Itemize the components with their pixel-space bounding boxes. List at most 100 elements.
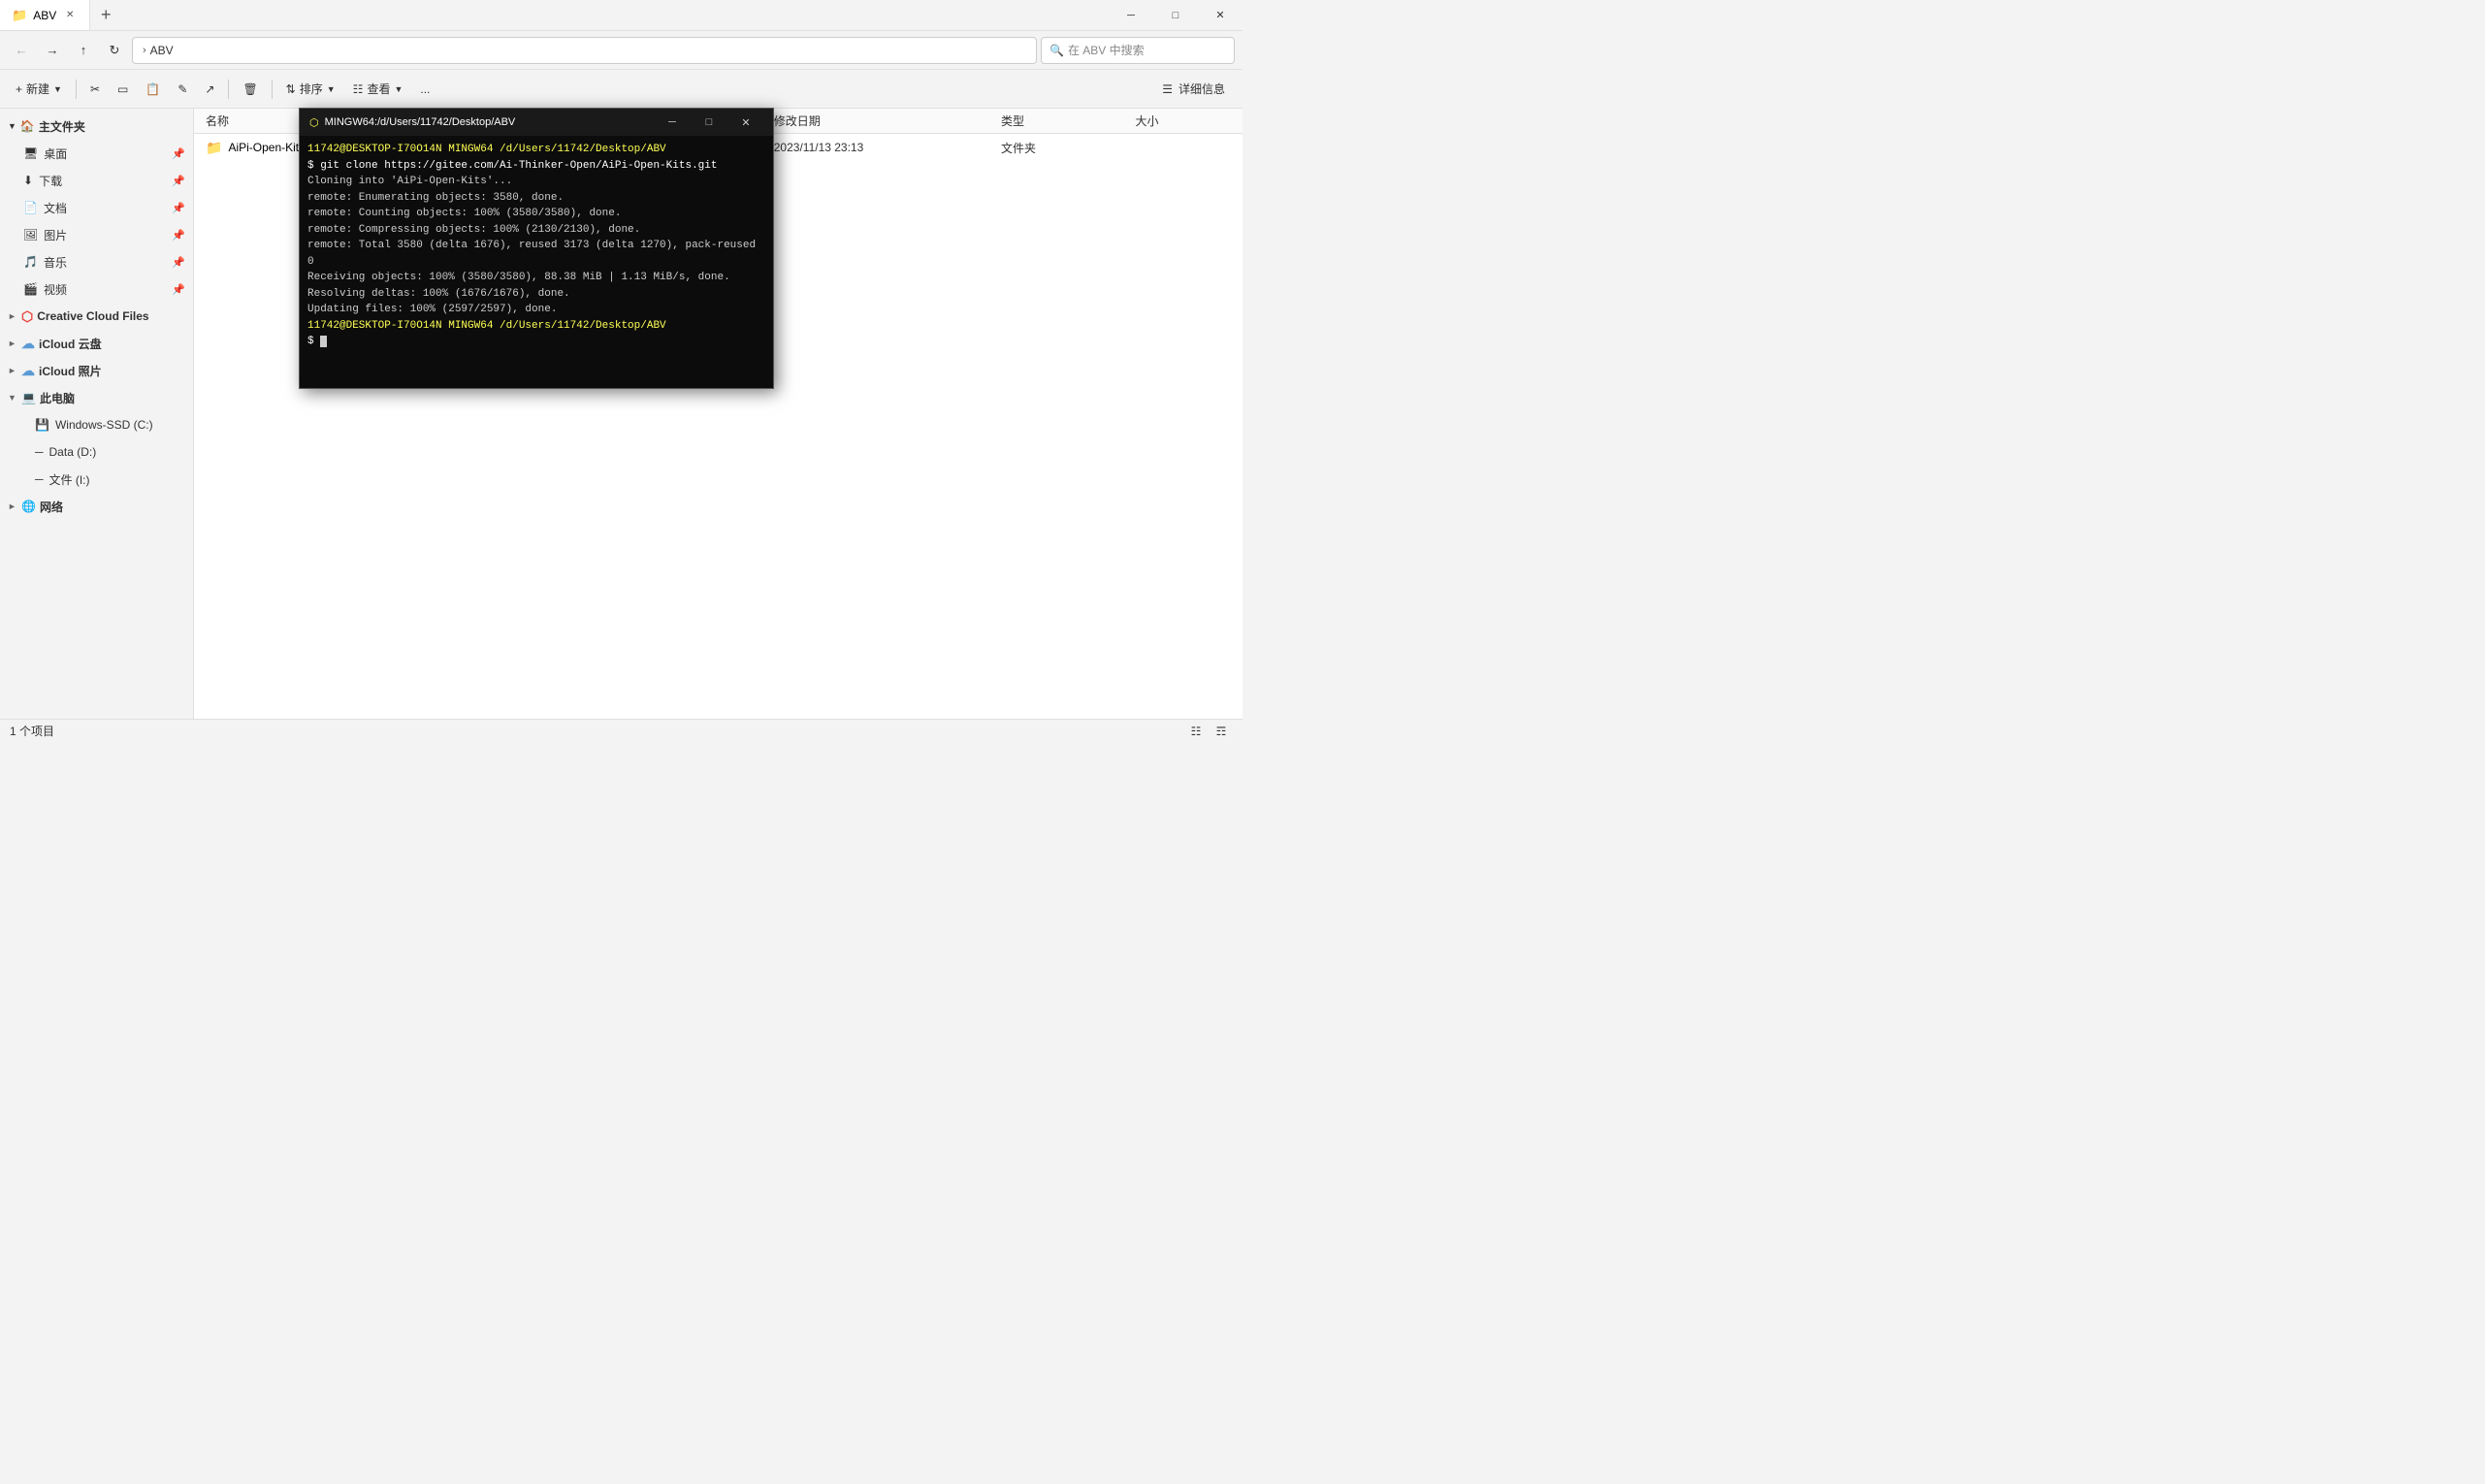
file-name: AiPi-Open-Kits — [228, 141, 305, 154]
terminal-titlebar: ⬡ MINGW64:/d/Users/11742/Desktop/ABV ─ □… — [300, 109, 773, 136]
tab-close-button[interactable]: ✕ — [62, 8, 78, 23]
sidebar-data-d[interactable]: ─ Data (D:) — [0, 438, 193, 466]
sidebar-item-desktop[interactable]: 🖥 桌面 📌 — [0, 140, 193, 167]
terminal-line-7: Receiving objects: 100% (3580/3580), 88.… — [307, 270, 765, 286]
network-label: 网络 — [40, 499, 63, 515]
tab-folder-icon: 📁 — [12, 8, 27, 23]
terminal-line-1-cmd: $ git clone https://gitee.com/Ai-Thinker… — [307, 158, 765, 175]
icloud-drive-icon: ☁ — [21, 336, 35, 352]
refresh-button[interactable]: ↻ — [101, 37, 128, 64]
terminal-maximize-button[interactable]: □ — [692, 109, 726, 136]
data-d-icon: ─ — [35, 445, 44, 459]
windows-ssd-icon: 💾 — [35, 418, 49, 432]
new-tab-button[interactable]: + — [90, 0, 121, 31]
network-expand-arrow: ► — [8, 501, 17, 511]
address-bar[interactable]: › ABV — [132, 37, 1037, 64]
file-type-cell: 文件夹 — [997, 140, 1131, 156]
pin-icon: 📌 — [172, 147, 185, 160]
new-button[interactable]: + 新建 ▼ — [8, 74, 70, 105]
back-button[interactable]: ← — [8, 37, 35, 64]
terminal-controls: ─ □ ✕ — [655, 109, 763, 136]
up-button[interactable]: ↑ — [70, 37, 97, 64]
terminal-body[interactable]: 11742@DESKTOP-I70O14N MINGW64 /d/Users/1… — [300, 136, 773, 388]
more-button[interactable]: ... — [412, 74, 437, 105]
view-dropdown-icon: ▼ — [394, 84, 403, 94]
sidebar-quick-access[interactable]: ▼ 🏠 主文件夹 — [0, 113, 193, 140]
list-view-button[interactable]: ☷ — [1184, 722, 1208, 741]
sidebar-documents-label: 文档 — [44, 200, 67, 216]
window-controls: ─ □ ✕ — [1109, 0, 1242, 30]
icloud-drive-label: iCloud 云盘 — [39, 336, 102, 352]
toolbar-separator-3 — [272, 80, 273, 99]
delete-button[interactable]: 🗑 — [235, 74, 265, 105]
terminal-title: ⬡ MINGW64:/d/Users/11742/Desktop/ABV — [309, 116, 515, 129]
details-button[interactable]: ☰ 详细信息 — [1152, 74, 1235, 105]
download-icon: ⬇ — [23, 174, 33, 187]
sidebar-item-pictures[interactable]: 🖼 图片 📌 — [0, 221, 193, 248]
sidebar-windows-ssd[interactable]: 💾 Windows-SSD (C:) — [0, 411, 193, 438]
sort-button[interactable]: ⇅ 排序 ▼ — [278, 74, 343, 105]
details-view-button[interactable]: ☶ — [1210, 722, 1233, 741]
tab-abv[interactable]: 📁 ABV ✕ — [0, 0, 90, 30]
paste-icon: 📋 — [145, 82, 160, 96]
forward-button[interactable]: → — [39, 37, 66, 64]
quick-access-expand-icon: ▼ — [8, 121, 16, 131]
sidebar-icloud-drive[interactable]: ► ☁ iCloud 云盘 — [0, 330, 193, 357]
minimize-button[interactable]: ─ — [1109, 0, 1153, 31]
details-label: 详细信息 — [1178, 81, 1225, 97]
terminal-line-3: remote: Enumerating objects: 3580, done. — [307, 190, 765, 207]
copy-button[interactable]: ▭ — [110, 74, 136, 105]
view-button[interactable]: ☷ 查看 ▼ — [345, 74, 411, 105]
sidebar-icloud-photos[interactable]: ► ☁ iCloud 照片 — [0, 357, 193, 384]
sidebar-item-videos[interactable]: 🎬 视频 📌 — [0, 275, 193, 303]
paste-button[interactable]: 📋 — [138, 74, 168, 105]
cut-button[interactable]: ✂ — [82, 74, 108, 105]
new-icon: + — [16, 82, 22, 96]
pin-icon-downloads: 📌 — [172, 175, 185, 187]
sort-icon: ⇅ — [286, 82, 296, 96]
path-abv: ABV — [150, 44, 174, 57]
new-label: 新建 — [26, 81, 49, 97]
details-icon: ☰ — [1162, 82, 1173, 96]
sidebar-network[interactable]: ► 🌐 网络 — [0, 493, 193, 520]
sidebar-music-label: 音乐 — [44, 254, 67, 271]
terminal-line-4: remote: Counting objects: 100% (3580/358… — [307, 206, 765, 222]
share-button[interactable]: ↗ — [197, 74, 222, 105]
search-bar[interactable]: 🔍 在 ABV 中搜索 — [1041, 37, 1235, 64]
rename-icon: ✎ — [178, 82, 187, 96]
column-size[interactable]: 大小 — [1131, 113, 1235, 129]
column-type[interactable]: 类型 — [997, 113, 1131, 129]
terminal-line-10-prompt: 11742@DESKTOP-I70O14N MINGW64 /d/Users/1… — [307, 318, 765, 335]
action-toolbar: + 新建 ▼ ✂ ▭ 📋 ✎ ↗ 🗑 ⇅ 排序 ▼ ☷ 查看 ▼ ... ☰ 详… — [0, 70, 1242, 109]
pin-icon-pics: 📌 — [172, 229, 185, 242]
home-icon: 🏠 — [20, 119, 35, 133]
navigation-toolbar: ← → ↑ ↻ › ABV 🔍 在 ABV 中搜索 — [0, 31, 1242, 70]
sidebar-item-downloads[interactable]: ⬇ 下载 📌 — [0, 167, 193, 194]
status-bar: 1 个项目 ☷ ☶ — [0, 719, 1242, 742]
document-icon: 📄 — [23, 201, 38, 214]
sidebar-file-i[interactable]: ─ 文件 (I:) — [0, 466, 193, 493]
view-icon: ☷ — [353, 82, 364, 96]
terminal-minimize-button[interactable]: ─ — [655, 109, 690, 136]
sidebar-creative-cloud[interactable]: ► ⬡ Creative Cloud Files — [0, 303, 193, 330]
terminal-line-6: remote: Total 3580 (delta 1676), reused … — [307, 238, 765, 270]
pin-icon-music: 📌 — [172, 256, 185, 269]
status-count: 1 个项目 — [10, 723, 54, 739]
view-label: 查看 — [367, 81, 390, 97]
terminal-line-5: remote: Compressing objects: 100% (2130/… — [307, 222, 765, 239]
more-label: ... — [420, 82, 430, 96]
video-icon: 🎬 — [23, 282, 38, 296]
sidebar-data-d-label: Data (D:) — [49, 445, 97, 459]
sidebar-this-pc[interactable]: ▼ 💻 此电脑 — [0, 384, 193, 411]
maximize-button[interactable]: □ — [1153, 0, 1198, 31]
close-button[interactable]: ✕ — [1198, 0, 1242, 31]
terminal-line-1-prompt: 11742@DESKTOP-I70O14N MINGW64 /d/Users/1… — [307, 142, 765, 158]
address-path: › ABV — [143, 44, 174, 57]
network-icon: 🌐 — [21, 500, 36, 513]
column-modified[interactable]: 修改日期 — [770, 113, 997, 129]
rename-button[interactable]: ✎ — [170, 74, 195, 105]
sidebar-item-music[interactable]: 🎵 音乐 📌 — [0, 248, 193, 275]
sidebar-item-documents[interactable]: 📄 文档 📌 — [0, 194, 193, 221]
terminal-close-button[interactable]: ✕ — [728, 109, 763, 136]
this-pc-expand-arrow: ▼ — [8, 393, 17, 403]
